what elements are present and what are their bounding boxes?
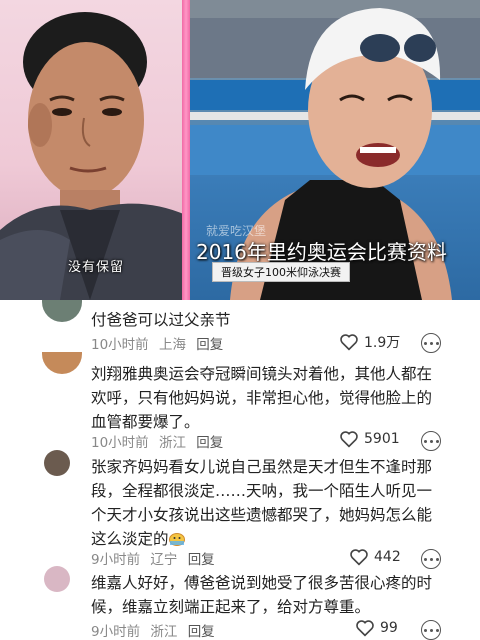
like-button[interactable]: 5901 (339, 430, 400, 448)
comment-location: 上海 (158, 337, 186, 353)
video-title-caption: 2016年里约奥运会比赛资料 (196, 240, 447, 264)
comment-text: 张家齐妈妈看女儿说自己虽然是天才但生不逢时那段，全程都很淡定……天呐，我一个陌生… (91, 455, 441, 551)
video-player[interactable]: 没有保留 就爱吃汉堡 2016年里约奥运会比赛资料 晋级女子100米仰泳决赛 (0, 0, 480, 300)
comment-meta: 10小时前 上海 回复 (91, 333, 229, 353)
comment-time: 9小时前 (91, 552, 141, 568)
comment-list: 付爸爸可以过父亲节 10小时前 上海 回复 1.9万 刘翔雅典奥运会夺冠瞬间镜头… (0, 300, 480, 640)
like-count: 442 (374, 549, 401, 565)
sad-face-emoji-icon (168, 533, 185, 546)
comment-text: 刘翔雅典奥运会夺冠瞬间镜头对着他，其他人都在欢呼，只有他妈妈说，非常担心他，觉得… (91, 365, 433, 431)
comment-location: 浙江 (158, 435, 186, 451)
heart-outline-icon (356, 620, 374, 637)
comment-meta: 9小时前 浙江 回复 (91, 620, 221, 640)
more-options-icon[interactable] (421, 333, 441, 353)
comment-text: 维嘉人好好，傅爸爸说到她受了很多苦很心疼的时候，维嘉立刻端正起来了，给对方尊重。 (91, 574, 433, 616)
reply-button[interactable]: 回复 (188, 552, 215, 568)
avatar[interactable] (42, 352, 82, 374)
like-count: 5901 (364, 431, 400, 447)
reply-button[interactable]: 回复 (188, 624, 215, 640)
avatar[interactable] (42, 300, 82, 322)
like-count: 99 (380, 620, 398, 636)
like-button[interactable]: 1.9万 (339, 332, 400, 352)
like-button[interactable]: 442 (349, 548, 401, 566)
avatar[interactable] (44, 566, 70, 592)
comment-location: 辽宁 (150, 552, 178, 568)
more-options-icon[interactable] (421, 620, 441, 640)
video-subtitle-caption: 晋级女子100米仰泳决赛 (212, 262, 350, 282)
comment-text-body: 张家齐妈妈看女儿说自己虽然是天才但生不逢时那段，全程都很淡定……天呐，我一个陌生… (91, 458, 433, 548)
more-options-icon[interactable] (421, 549, 441, 569)
heart-outline-icon (350, 549, 368, 566)
comment-time: 10小时前 (91, 435, 149, 451)
father-image (0, 12, 186, 300)
video-caption-left: 没有保留 (68, 260, 125, 275)
more-options-icon[interactable] (421, 431, 441, 451)
heart-outline-icon (340, 334, 358, 351)
like-button[interactable]: 99 (355, 619, 398, 637)
comment-time: 10小时前 (91, 337, 149, 353)
panel-divider (182, 0, 190, 300)
comment-text: 付爸爸可以过父亲节 (91, 311, 231, 329)
reply-button[interactable]: 回复 (196, 435, 223, 451)
comment-time: 9小时前 (91, 624, 141, 640)
comment-meta: 9小时前 辽宁 回复 (91, 548, 221, 568)
comment-meta: 10小时前 浙江 回复 (91, 431, 229, 451)
avatar[interactable] (44, 450, 70, 476)
comment-location: 浙江 (150, 624, 178, 640)
like-count: 1.9万 (364, 335, 401, 351)
heart-outline-icon (340, 431, 358, 448)
reply-button[interactable]: 回复 (196, 337, 223, 353)
